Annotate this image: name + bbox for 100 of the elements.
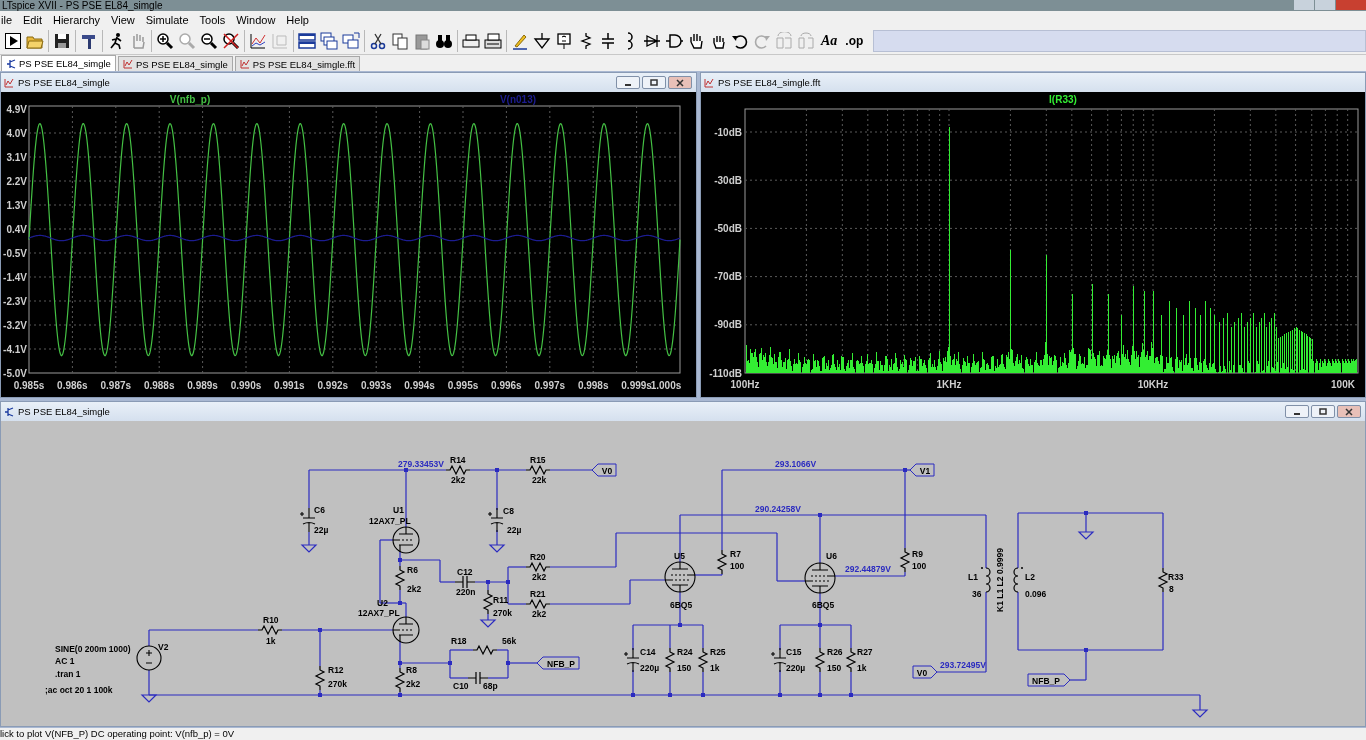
axis-label: 0.994s bbox=[404, 380, 435, 391]
zoom-cancel-icon[interactable] bbox=[222, 32, 240, 50]
waveform-icon bbox=[4, 77, 14, 88]
restore-button[interactable] bbox=[1311, 405, 1335, 418]
print-preview-icon[interactable] bbox=[484, 32, 502, 50]
resistor-symbol bbox=[445, 464, 471, 476]
diode-icon[interactable] bbox=[643, 32, 661, 50]
zoom-out-icon[interactable] bbox=[200, 32, 218, 50]
document-tab[interactable]: PS PSE EL84_simgle bbox=[117, 56, 233, 71]
axis-label: -2.3V bbox=[3, 295, 27, 307]
spice-directive: .tran 1 bbox=[55, 669, 81, 679]
component-value: 150 bbox=[827, 663, 842, 673]
undo-icon[interactable] bbox=[731, 32, 749, 50]
component-value: 8 bbox=[1169, 584, 1174, 594]
menu-item[interactable]: Hierarchy bbox=[52, 13, 102, 26]
menu-item[interactable]: Edit bbox=[22, 13, 43, 26]
schematic-icon bbox=[6, 58, 16, 69]
status-bar: lick to plot V(NFB_P) DC operating point: V(nfb_p) = 0V bbox=[0, 728, 1366, 740]
copy-icon[interactable] bbox=[391, 32, 409, 50]
component-name: R9 bbox=[912, 549, 923, 559]
capacitor-symbol bbox=[487, 507, 504, 533]
toolbar-button[interactable]: .op bbox=[843, 34, 866, 48]
component-name: L1 bbox=[968, 572, 978, 582]
scissors-icon[interactable] bbox=[369, 32, 387, 50]
component-name: V2 bbox=[158, 642, 169, 652]
capacitor-icon[interactable] bbox=[599, 32, 617, 50]
minimize-button[interactable] bbox=[616, 76, 640, 89]
axis-label: -0.5V bbox=[3, 247, 27, 259]
window-title: PS PSE EL84_simgle.fft bbox=[718, 77, 821, 88]
menu-item[interactable]: Simulate bbox=[144, 13, 190, 26]
component-value: 150 bbox=[677, 663, 692, 673]
menu-item[interactable]: Tools bbox=[198, 13, 227, 26]
component-value: 220µ bbox=[786, 663, 806, 673]
axis-label: 0.996s bbox=[491, 380, 522, 391]
resistor-symbol bbox=[394, 667, 406, 693]
axis-label: 2.2V bbox=[6, 175, 27, 187]
pentode-symbol bbox=[664, 561, 696, 593]
component-name: U1 bbox=[393, 505, 404, 515]
axis-label: 0.990s bbox=[230, 380, 262, 391]
component-value: 2k2 bbox=[532, 609, 547, 619]
move-hand-icon[interactable] bbox=[687, 32, 705, 50]
component-value: 22µ bbox=[314, 525, 329, 535]
resistor-symbol bbox=[664, 647, 676, 673]
tile-horizontal-icon[interactable] bbox=[298, 32, 316, 50]
spice-directive: ;ac oct 20 1 100k bbox=[45, 685, 113, 695]
graph-icon[interactable] bbox=[249, 32, 267, 50]
printer-icon[interactable] bbox=[462, 32, 480, 50]
component-name: U2 bbox=[377, 598, 388, 608]
component-name: C15 bbox=[786, 647, 802, 657]
wire bbox=[496, 529, 498, 546]
document-tab[interactable]: PS PSE EL84_simgle bbox=[1, 55, 116, 71]
component-value: 12AX7_PL bbox=[358, 608, 400, 618]
binoculars-icon[interactable] bbox=[435, 32, 453, 50]
resistor-symbol bbox=[697, 647, 709, 673]
trace-label[interactable]: V(nfb_p) bbox=[169, 94, 211, 105]
menu-item[interactable]: View bbox=[110, 13, 136, 26]
component-name: C6 bbox=[314, 505, 325, 515]
restore-icon bbox=[649, 78, 659, 87]
component-value: 6BQ5 bbox=[812, 600, 835, 610]
minimize-button[interactable] bbox=[1285, 405, 1309, 418]
ground-icon[interactable] bbox=[533, 32, 551, 50]
resistor-symbol bbox=[525, 464, 551, 476]
cascade-icon[interactable] bbox=[320, 32, 338, 50]
axis-label: 10KHz bbox=[1137, 379, 1169, 390]
trace-label[interactable]: I(R33) bbox=[1049, 94, 1077, 105]
menu-item[interactable]: Window bbox=[235, 13, 277, 26]
axis-label: 0.988s bbox=[143, 380, 175, 391]
run-icon[interactable] bbox=[4, 32, 22, 50]
menu-item[interactable]: ile bbox=[0, 13, 13, 26]
axis-label: 100Hz bbox=[730, 379, 760, 390]
menu-item[interactable]: Help bbox=[285, 13, 310, 26]
waveform-icon bbox=[122, 59, 133, 69]
schematic-icon bbox=[4, 406, 14, 417]
net-label: V0 bbox=[591, 463, 617, 477]
inductor-symbol bbox=[981, 567, 991, 593]
component-name: R14 bbox=[450, 455, 466, 465]
net-label-icon[interactable] bbox=[555, 32, 573, 50]
close-button[interactable] bbox=[668, 76, 692, 89]
component-name: R21 bbox=[530, 589, 546, 599]
component-value: 100 bbox=[730, 561, 745, 571]
component-value: 1k bbox=[266, 636, 276, 646]
restore-button[interactable] bbox=[642, 76, 666, 89]
close-button[interactable] bbox=[1337, 405, 1361, 418]
pencil-icon[interactable] bbox=[511, 32, 529, 50]
tile-icon[interactable] bbox=[342, 32, 360, 50]
component-icon[interactable] bbox=[665, 32, 683, 50]
document-tab[interactable]: PS PSE EL84_simgle.fft bbox=[234, 56, 361, 71]
axis-label: -5.0V bbox=[3, 367, 27, 379]
component-name: R11 bbox=[493, 595, 509, 605]
pentode-symbol bbox=[804, 562, 836, 594]
component-name: U5 bbox=[674, 551, 685, 561]
resistor-symbol bbox=[314, 665, 326, 691]
component-name: R26 bbox=[827, 647, 843, 657]
zoom-in-icon[interactable] bbox=[156, 32, 174, 50]
toolbar-button[interactable]: Aa bbox=[819, 33, 840, 49]
component-value: 270k bbox=[493, 608, 512, 618]
resistor-symbol bbox=[716, 549, 728, 575]
component-name: C10 bbox=[453, 681, 469, 691]
save-icon[interactable] bbox=[53, 32, 71, 50]
component-value: 2k2 bbox=[407, 584, 422, 594]
